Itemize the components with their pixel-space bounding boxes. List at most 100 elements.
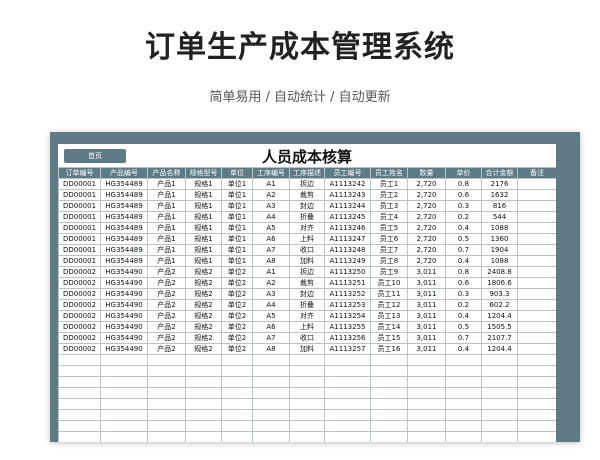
table-cell[interactable] bbox=[517, 222, 556, 234]
table-cell[interactable]: 拆边 bbox=[289, 266, 325, 278]
table-cell[interactable] bbox=[445, 387, 482, 399]
table-cell[interactable] bbox=[147, 365, 186, 377]
table-cell[interactable] bbox=[324, 409, 371, 421]
table-cell[interactable] bbox=[58, 354, 101, 366]
table-cell[interactable] bbox=[370, 387, 408, 399]
table-cell[interactable]: 0.8 bbox=[445, 178, 482, 190]
table-cell[interactable] bbox=[185, 431, 222, 442]
table-cell[interactable] bbox=[289, 365, 325, 377]
table-cell[interactable] bbox=[445, 365, 482, 377]
table-cell[interactable] bbox=[147, 431, 186, 442]
table-cell[interactable] bbox=[221, 387, 253, 399]
table-cell[interactable] bbox=[58, 387, 101, 399]
table-cell[interactable]: 0.5 bbox=[445, 321, 482, 333]
table-cell[interactable] bbox=[370, 420, 408, 432]
table-cell[interactable]: A1113244 bbox=[324, 200, 371, 212]
table-cell[interactable] bbox=[185, 376, 222, 388]
table-cell[interactable]: HG354489 bbox=[100, 222, 148, 234]
table-cell[interactable]: 0.4 bbox=[445, 255, 482, 267]
table-cell[interactable]: 规格2 bbox=[185, 321, 222, 333]
table-cell[interactable]: A1113248 bbox=[324, 244, 371, 256]
table-cell[interactable] bbox=[517, 343, 556, 355]
table-cell[interactable]: 0.6 bbox=[445, 277, 482, 289]
table-cell[interactable] bbox=[100, 398, 148, 410]
home-button[interactable]: 首页 bbox=[64, 149, 126, 163]
table-cell[interactable] bbox=[517, 233, 556, 245]
table-cell[interactable]: DD00002 bbox=[58, 277, 101, 289]
table-cell[interactable] bbox=[324, 376, 371, 388]
table-cell[interactable] bbox=[185, 409, 222, 421]
table-cell[interactable]: 544 bbox=[481, 211, 518, 223]
table-cell[interactable]: 裁剪 bbox=[289, 189, 325, 201]
table-cell[interactable]: DD00001 bbox=[58, 178, 101, 190]
table-cell[interactable] bbox=[58, 376, 101, 388]
table-cell[interactable]: 3,011 bbox=[407, 343, 446, 355]
table-cell[interactable] bbox=[407, 376, 446, 388]
table-cell[interactable]: A1113243 bbox=[324, 189, 371, 201]
table-cell[interactable] bbox=[517, 376, 556, 388]
table-cell[interactable]: A7 bbox=[252, 332, 290, 344]
table-cell[interactable]: HG354489 bbox=[100, 200, 148, 212]
table-cell[interactable] bbox=[370, 354, 408, 366]
table-cell[interactable]: 员工11 bbox=[370, 288, 408, 300]
table-cell[interactable]: 规格1 bbox=[185, 255, 222, 267]
table-cell[interactable] bbox=[517, 178, 556, 190]
table-cell[interactable] bbox=[517, 211, 556, 223]
table-cell[interactable]: HG354489 bbox=[100, 211, 148, 223]
table-cell[interactable]: 对齐 bbox=[289, 310, 325, 322]
table-cell[interactable] bbox=[289, 354, 325, 366]
table-cell[interactable]: DD00001 bbox=[58, 244, 101, 256]
table-cell[interactable] bbox=[517, 354, 556, 366]
table-cell[interactable]: 收口 bbox=[289, 244, 325, 256]
table-cell[interactable]: A1113249 bbox=[324, 255, 371, 267]
table-cell[interactable]: 3,011 bbox=[407, 288, 446, 300]
table-cell[interactable]: DD00001 bbox=[58, 211, 101, 223]
table-cell[interactable]: 单位1 bbox=[221, 233, 253, 245]
table-cell[interactable]: 产品2 bbox=[147, 266, 186, 278]
table-cell[interactable] bbox=[324, 431, 371, 442]
table-cell[interactable]: 员工3 bbox=[370, 200, 408, 212]
table-cell[interactable] bbox=[407, 354, 446, 366]
table-cell[interactable]: 单位2 bbox=[221, 277, 253, 289]
table-cell[interactable] bbox=[185, 398, 222, 410]
table-cell[interactable]: A3 bbox=[252, 288, 290, 300]
table-cell[interactable] bbox=[481, 398, 518, 410]
table-cell[interactable] bbox=[221, 398, 253, 410]
table-cell[interactable] bbox=[481, 431, 518, 442]
table-cell[interactable] bbox=[58, 398, 101, 410]
table-cell[interactable]: 单位2 bbox=[221, 332, 253, 344]
table-cell[interactable] bbox=[324, 387, 371, 399]
table-cell[interactable]: 规格1 bbox=[185, 222, 222, 234]
table-cell[interactable] bbox=[185, 354, 222, 366]
table-cell[interactable] bbox=[324, 420, 371, 432]
table-cell[interactable]: 单位1 bbox=[221, 244, 253, 256]
table-cell[interactable]: A1113256 bbox=[324, 332, 371, 344]
table-cell[interactable]: 2,720 bbox=[407, 189, 446, 201]
table-cell[interactable] bbox=[324, 365, 371, 377]
table-cell[interactable]: 1632 bbox=[481, 189, 518, 201]
table-cell[interactable]: A1113254 bbox=[324, 310, 371, 322]
table-cell[interactable]: 员工1 bbox=[370, 178, 408, 190]
table-cell[interactable] bbox=[481, 420, 518, 432]
table-cell[interactable]: 产品1 bbox=[147, 233, 186, 245]
table-cell[interactable]: 员工13 bbox=[370, 310, 408, 322]
table-cell[interactable]: 收口 bbox=[289, 332, 325, 344]
table-cell[interactable]: A1113252 bbox=[324, 288, 371, 300]
table-cell[interactable]: 单位1 bbox=[221, 200, 253, 212]
table-cell[interactable] bbox=[289, 431, 325, 442]
table-cell[interactable]: 3,011 bbox=[407, 299, 446, 311]
table-cell[interactable]: 单位2 bbox=[221, 288, 253, 300]
table-cell[interactable] bbox=[517, 200, 556, 212]
table-cell[interactable]: DD00002 bbox=[58, 310, 101, 322]
table-cell[interactable]: 规格2 bbox=[185, 310, 222, 322]
table-cell[interactable] bbox=[252, 398, 290, 410]
table-cell[interactable]: 产品2 bbox=[147, 299, 186, 311]
table-cell[interactable]: 产品1 bbox=[147, 200, 186, 212]
table-cell[interactable]: 单位2 bbox=[221, 321, 253, 333]
table-cell[interactable] bbox=[289, 387, 325, 399]
table-cell[interactable]: 3,011 bbox=[407, 332, 446, 344]
table-cell[interactable]: A3 bbox=[252, 200, 290, 212]
table-cell[interactable]: 1088 bbox=[481, 255, 518, 267]
table-cell[interactable]: 产品2 bbox=[147, 332, 186, 344]
table-cell[interactable] bbox=[517, 299, 556, 311]
